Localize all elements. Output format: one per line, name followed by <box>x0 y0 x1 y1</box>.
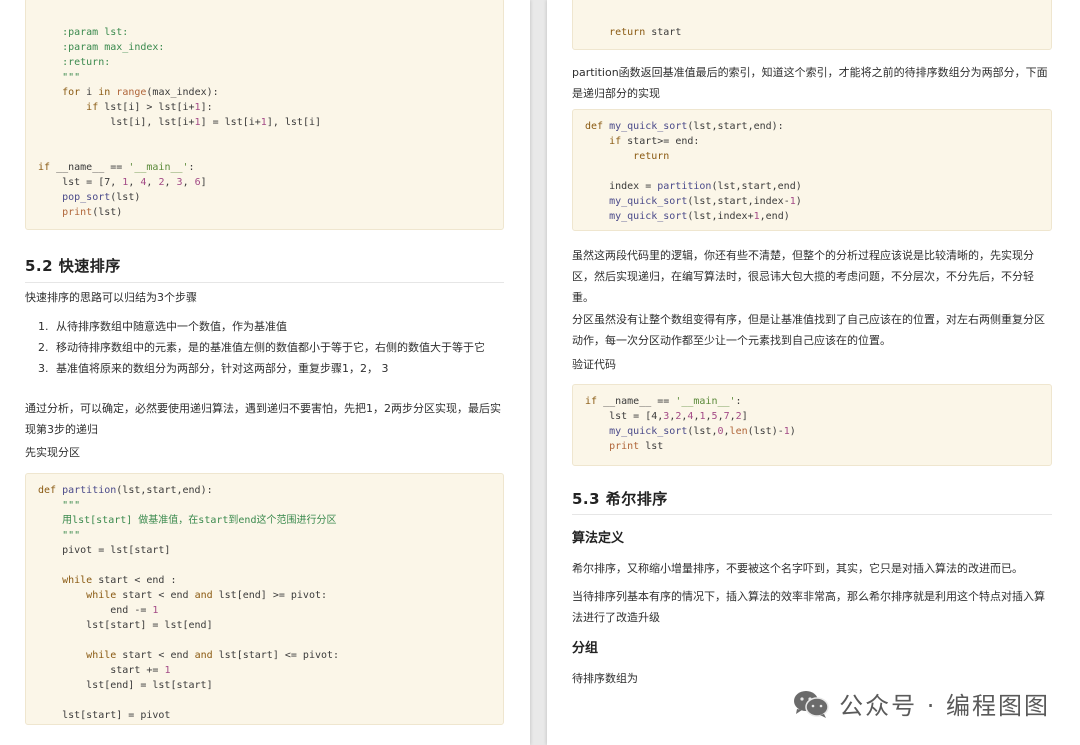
code-line: while start < end and lst[end] >= pivot: <box>86 590 328 601</box>
code-line: :param lst: <box>38 27 129 38</box>
improvement-paragraph: 当待排序列基本有序的情况下，插入算法的效率非常高，那么希尔排序就是利用这个特点对… <box>572 590 1045 624</box>
subheading-grouping: 分组 <box>572 641 599 656</box>
code-line: for i in range(max_index): <box>62 87 219 98</box>
left-document-page: :param lst: :param max_index: :return: "… <box>0 0 530 745</box>
step-text: 从待排序数组中随意选中一个数值，作为基准值 <box>56 320 287 333</box>
right-document-page: return start partition函数返回基准值最后的索引，知道这个索… <box>547 0 1080 745</box>
section-divider <box>572 514 1052 515</box>
subheading-algorithm-definition: 算法定义 <box>572 531 625 546</box>
code-line: lst[start] = pivot <box>38 710 171 721</box>
code-line: def partition(lst,start,end): <box>38 485 213 496</box>
quick-sort-intro: 快速排序的思路可以归结为3个步骤 <box>25 291 197 304</box>
code-line: my_quick_sort(lst,index+1,end) <box>609 211 790 222</box>
code-line: if __name__ == '__main__': <box>585 396 742 407</box>
code-line: while start < end : <box>62 575 177 586</box>
section-title-shell-sort: 5.3 希尔排序 <box>572 490 668 508</box>
step-item: 3. 基准值将原来的数组分为两部分，针对这两部分，重复步骤1，2， 3 <box>38 360 500 377</box>
code-line: start += 1 <box>38 665 171 676</box>
partition-explanation-paragraph: 分区虽然没有让整个数组变得有序，但是让基准值找到了自己应该在的位置，对左右两侧重… <box>572 313 1045 347</box>
section-title-quick-sort: 5.2 快速排序 <box>25 257 121 275</box>
code-line: print(lst) <box>62 207 123 218</box>
step-item: 2. 移动待排序数组中的元素，是的基准值左侧的数值都小于等于它，右侧的数值大于等于… <box>38 339 500 356</box>
code-line: :return: <box>38 57 111 68</box>
code-line: index = partition(lst,start,end) <box>585 181 802 192</box>
code-line: if lst[i] > lst[i+1]: <box>86 102 213 113</box>
code-line: my_quick_sort(lst,0,len(lst)-1) <box>609 426 796 437</box>
section-divider <box>25 282 504 283</box>
recursion-analysis-paragraph: 通过分析，可以确定，必然要使用递归算法，遇到递归不要害怕，先把1，2两步分区实现… <box>25 402 501 436</box>
code-line: if __name__ == '__main__': <box>38 162 195 173</box>
code-line: def my_quick_sort(lst,start,end): <box>585 121 784 132</box>
partition-return-note: partition函数返回基准值最后的索引，知道这个索引，才能将之前的待排序数组… <box>572 66 1048 100</box>
step-text: 基准值将原来的数组分为两部分，针对这两部分，重复步骤1，2， 3 <box>56 362 389 375</box>
code-line: end -= 1 <box>38 605 159 616</box>
code-line: 用lst[start] 做基准值，在start到end这个范围进行分区 <box>38 515 337 526</box>
wechat-icon <box>793 689 829 719</box>
code-line: lst = [7, 1, 4, 2, 3, 6] <box>38 177 207 188</box>
code-line: """ <box>38 500 81 511</box>
step-item: 1. 从待排序数组中随意选中一个数值，作为基准值 <box>38 318 500 335</box>
verify-code-label: 验证代码 <box>572 358 616 371</box>
code-line: pivot = lst[start] <box>38 545 171 556</box>
code-block-verify: if __name__ == '__main__': lst = [4,3,2,… <box>572 384 1052 466</box>
step-number: 3. <box>38 362 49 375</box>
watermark-text: 公众号 · 编程图图 <box>839 692 1050 720</box>
code-block-return-start: return start <box>572 0 1052 50</box>
code-line: return <box>633 151 670 162</box>
quick-sort-steps-list: 1. 从待排序数组中随意选中一个数值，作为基准值 2. 移动待排序数组中的元素，是的基… <box>38 318 500 381</box>
code-block-partition: def partition(lst,start,end): """ 用lst[s… <box>25 473 504 725</box>
code-line: :param max_index: <box>38 42 165 53</box>
code-line: lst[start] = lst[end] <box>38 620 213 631</box>
code-line: lst[end] = lst[start] <box>38 680 213 691</box>
code-line: """ <box>38 72 81 83</box>
code-line: my_quick_sort(lst,start,index-1) <box>609 196 802 207</box>
definition-paragraph: 希尔排序，又称缩小增量排序，不要被这个名字吓到，其实，它只是对插入算法的改进而已… <box>572 562 1023 575</box>
code-line: """ <box>38 530 81 541</box>
partition-intro: 先实现分区 <box>25 446 80 459</box>
step-text: 移动待排序数组中的元素，是的基准值左侧的数值都小于等于它，右侧的数值大于等于它 <box>56 341 485 354</box>
code-line: lst = [4,3,2,4,1,5,7,2] <box>585 411 748 422</box>
logic-explanation-paragraph: 虽然这两段代码里的逻辑，你还有些不清楚，但整个的分析过程应该说是比较清晰的，先实… <box>572 249 1034 304</box>
code-block-my-quick-sort: def my_quick_sort(lst,start,end): if sta… <box>572 109 1052 231</box>
code-line: print lst <box>609 441 664 452</box>
step-number: 1. <box>38 320 49 333</box>
code-line: lst[i], lst[i+1] = lst[i+1], lst[i] <box>38 117 322 128</box>
step-number: 2. <box>38 341 49 354</box>
code-line: while start < end and lst[start] <= pivo… <box>86 650 340 661</box>
code-line: if start>= end: <box>609 136 700 147</box>
code-line: return start <box>609 27 682 38</box>
code-block-pop-sort: :param lst: :param max_index: :return: "… <box>25 0 504 230</box>
watermark: 公众号 · 编程图图 <box>793 686 1050 721</box>
code-line: pop_sort(lst) <box>62 192 141 203</box>
